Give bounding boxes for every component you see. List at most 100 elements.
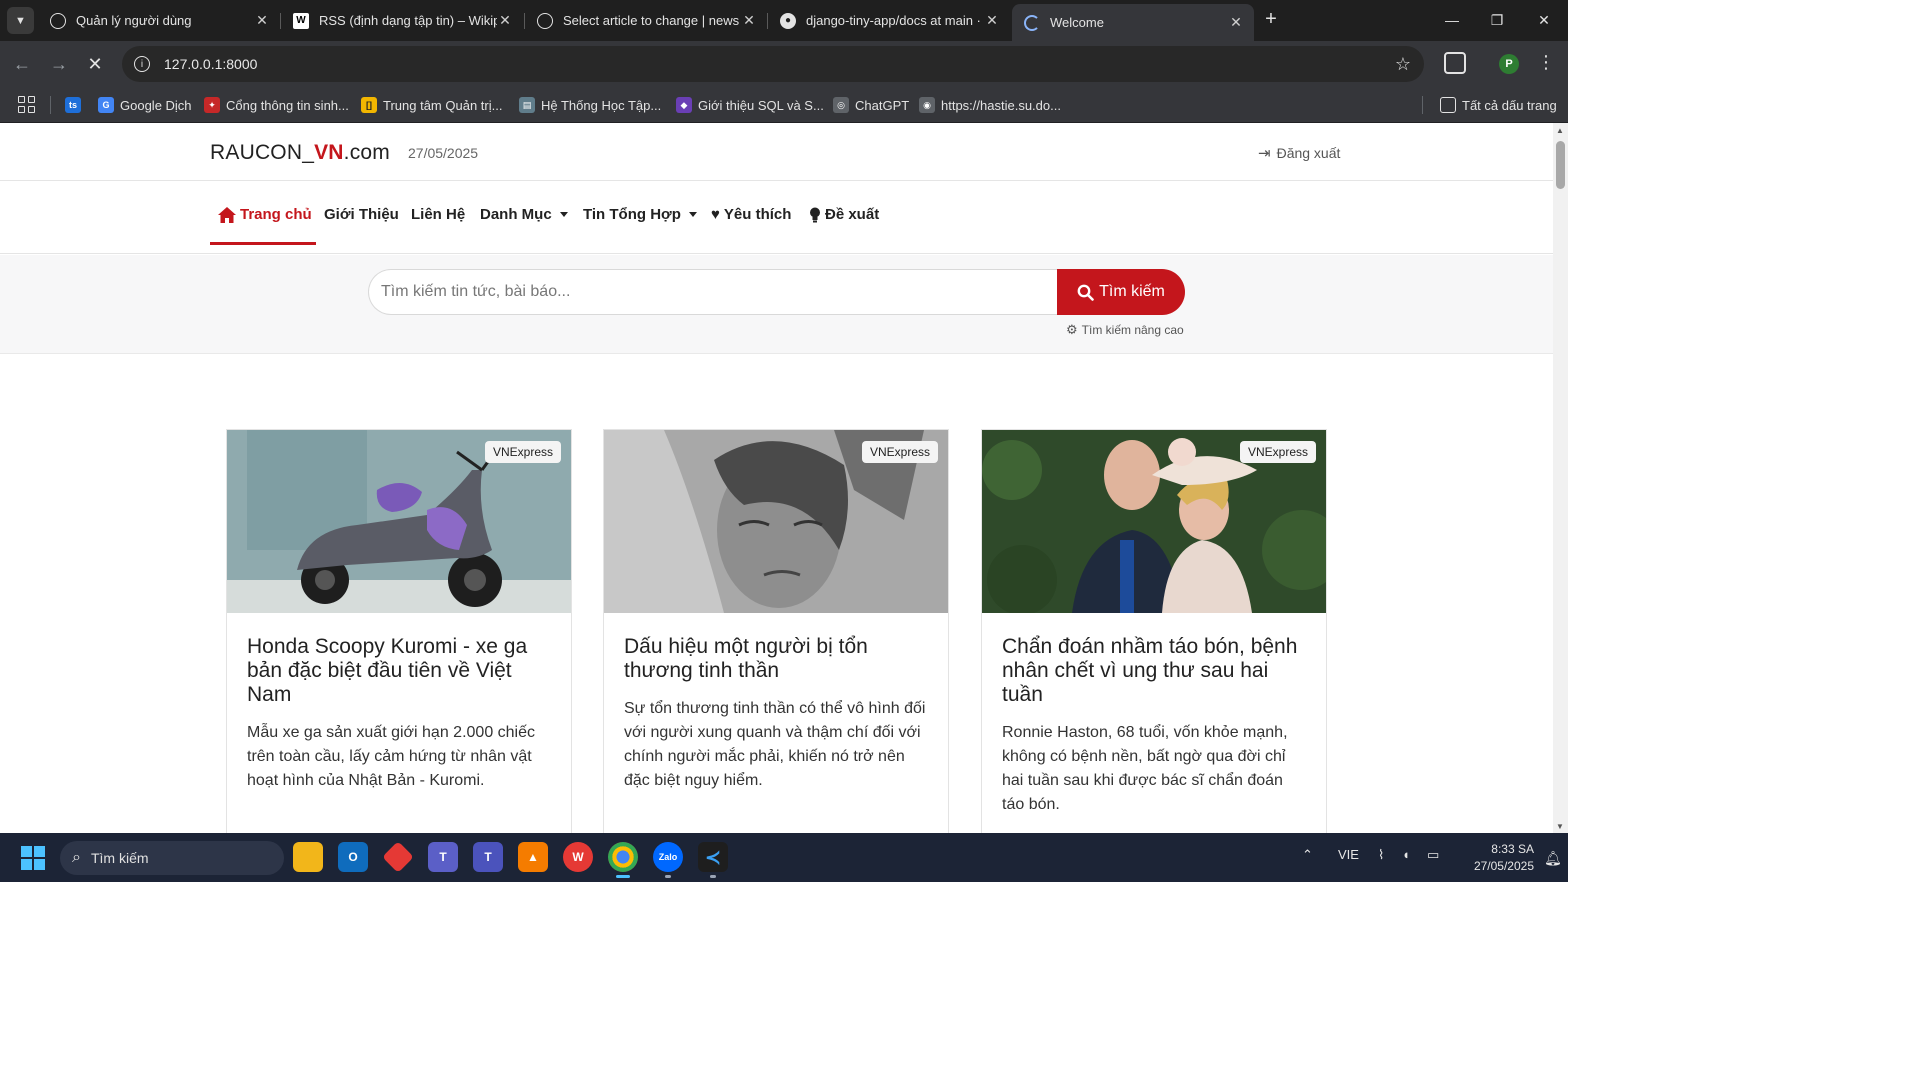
logo-accent: VN (314, 141, 344, 164)
page-scrollbar[interactable]: ▲ ▼ (1553, 123, 1568, 833)
main-navigation: Trang chủ Giới Thiệu Liên Hệ Danh Mục Ti… (0, 181, 1553, 254)
article-card[interactable]: VNExpress Dấu hiệu một người bị tổn thươ… (603, 429, 949, 833)
scroll-up-arrow-icon[interactable]: ▲ (1556, 126, 1564, 135)
back-arrow-icon[interactable]: ← (10, 52, 34, 76)
extensions-icon[interactable] (1444, 52, 1466, 74)
tab-github-docs[interactable]: ● django-tiny-app/docs at main · ✕ (768, 4, 1010, 37)
teams-work-icon[interactable]: T (473, 842, 503, 872)
battery-icon[interactable]: ▭ (1427, 847, 1439, 863)
stop-loading-icon[interactable]: ✕ (83, 52, 107, 76)
nav-danh-muc-dropdown[interactable]: Danh Mục (480, 206, 568, 223)
outlook-icon[interactable]: O (338, 842, 368, 872)
site-logo[interactable]: RAUCON_VN.com (210, 141, 390, 165)
address-bar[interactable]: i 127.0.0.1:8000 ☆ (122, 46, 1424, 82)
all-bookmarks-button[interactable]: Tất cả dấu trang (1440, 95, 1557, 115)
article-thumbnail[interactable]: VNExpress (227, 430, 571, 613)
bookmark-he-thong-hoc-tap[interactable]: ▤ Hệ Thống Học Tập... (519, 95, 661, 115)
logo-suffix: .com (343, 141, 390, 164)
bookmark-ts[interactable]: ts (65, 95, 87, 115)
restore-button[interactable]: ❐ (1477, 8, 1517, 32)
tab-quan-ly-nguoi-dung[interactable]: Quản lý người dùng ✕ (38, 4, 280, 37)
header-date: 27/05/2025 (408, 145, 479, 161)
taskbar-search-label: Tìm kiếm (90, 850, 149, 866)
wikipedia-icon: W (293, 12, 309, 29)
browser-menu-icon[interactable]: ⋮ (1537, 52, 1555, 73)
close-window-button[interactable]: ✕ (1524, 8, 1564, 32)
article-thumbnail[interactable]: VNExpress (604, 430, 948, 613)
scroll-down-arrow-icon[interactable]: ▼ (1556, 822, 1564, 831)
article-thumbnail[interactable]: VNExpress (982, 430, 1326, 613)
url-text[interactable]: 127.0.0.1:8000 (164, 56, 1395, 72)
anydesk-icon[interactable] (382, 841, 414, 873)
site-info-icon[interactable]: i (134, 56, 150, 72)
chatgpt-icon: ◎ (833, 97, 849, 113)
windows-taskbar: ⌕ Tìm kiếm O T T ▲ W Zalo ≺ ⌃ VIE ⌇ ◖ ▭ … (0, 833, 1568, 882)
office-app-icon[interactable]: ▲ (518, 842, 548, 872)
nav-yeu-thich[interactable]: ♥ Yêu thích (711, 206, 791, 223)
bookmark-trung-tam-quan-tri[interactable]: [] Trung tâm Quản trị... (361, 95, 502, 115)
bookmark-star-icon[interactable]: ☆ (1395, 54, 1411, 75)
close-icon[interactable]: ✕ (741, 12, 757, 29)
apps-grid-icon[interactable] (18, 96, 35, 113)
search-icon (1077, 284, 1094, 301)
logout-link[interactable]: ⇥ Đăng xuất (1258, 144, 1340, 162)
volume-icon[interactable]: ◖ (1402, 847, 1410, 862)
bookmark-cong-thong-tin[interactable]: ✦ Cổng thông tin sinh... (204, 95, 349, 115)
forward-arrow-icon[interactable]: → (47, 52, 71, 76)
minimize-button[interactable]: — (1432, 8, 1472, 32)
taskbar-search[interactable]: ⌕ Tìm kiếm (60, 841, 284, 875)
nav-label: Danh Mục (480, 206, 552, 223)
search-button[interactable]: Tìm kiếm (1057, 269, 1185, 315)
gear-icon: ⚙ (1066, 322, 1078, 337)
close-icon[interactable]: ✕ (497, 12, 513, 29)
language-indicator[interactable]: VIE (1338, 847, 1359, 862)
news-search-input[interactable] (368, 269, 1058, 315)
portal-icon: ✦ (204, 97, 220, 113)
teams-icon[interactable]: T (428, 842, 458, 872)
file-explorer-icon[interactable] (293, 842, 323, 872)
advanced-search-label: Tìm kiếm nâng cao (1081, 323, 1184, 337)
scrollbar-thumb[interactable] (1556, 141, 1565, 189)
profile-avatar[interactable]: P (1499, 54, 1519, 74)
nav-label: Yêu thích (723, 206, 792, 223)
tab-select-article[interactable]: Select article to change | news a ✕ (525, 4, 767, 37)
nav-label: Giới Thiệu (324, 206, 399, 223)
windows-start-icon[interactable] (21, 846, 45, 870)
nav-label: Trang chủ (240, 206, 312, 223)
close-icon[interactable]: ✕ (984, 12, 1000, 29)
show-hidden-icons-chevron-icon[interactable]: ⌃ (1302, 847, 1313, 863)
clock-date: 27/05/2025 (1473, 859, 1534, 873)
wifi-icon[interactable]: ⌇ (1378, 847, 1384, 863)
bookmark-gioi-thieu-sql[interactable]: ◆ Giới thiệu SQL và S... (676, 95, 824, 115)
article-card[interactable]: VNExpress Honda Scoopy Kuromi - xe ga bả… (226, 429, 572, 833)
nav-gioi-thieu[interactable]: Giới Thiệu (324, 206, 399, 223)
close-icon[interactable]: ✕ (1228, 14, 1244, 31)
ts-icon: ts (65, 97, 81, 113)
bookmark-chatgpt[interactable]: ◎ ChatGPT (833, 95, 909, 115)
caret-down-icon (559, 212, 568, 217)
globe-icon (537, 12, 553, 29)
advanced-search-link[interactable]: ⚙ Tìm kiếm nâng cao (1066, 322, 1184, 338)
tab-rss-wikipedia[interactable]: W RSS (định dạng tập tin) – Wikip ✕ (281, 4, 523, 37)
wps-office-icon[interactable]: W (563, 842, 593, 872)
article-title[interactable]: Chẩn đoán nhầm táo bón, bệnh nhân chết v… (982, 613, 1326, 707)
search-section: Tìm kiếm ⚙ Tìm kiếm nâng cao (0, 255, 1553, 354)
chrome-icon[interactable] (608, 842, 638, 878)
notification-bell-icon[interactable]: 🔔︎ (1544, 850, 1562, 867)
tab-search-button[interactable]: ▼ (7, 7, 34, 34)
nav-tin-tong-hop-dropdown[interactable]: Tin Tổng Hợp (583, 206, 697, 223)
bookmark-google-dich[interactable]: G Google Dịch (98, 95, 192, 115)
nav-de-xuat[interactable]: Đề xuất (809, 206, 879, 223)
system-clock[interactable]: 8:33 SA 27/05/2025 (1450, 841, 1534, 875)
zalo-icon[interactable]: Zalo (653, 842, 683, 878)
article-card[interactable]: VNExpress Chẩn đoán nhầm táo bón, bệnh n… (981, 429, 1327, 833)
article-title[interactable]: Dấu hiệu một người bị tổn thương tinh th… (604, 613, 948, 683)
close-icon[interactable]: ✕ (254, 12, 270, 29)
tab-welcome[interactable]: Welcome ✕ (1012, 4, 1254, 41)
nav-lien-he[interactable]: Liên Hệ (411, 206, 465, 223)
nav-home[interactable]: Trang chủ (218, 206, 312, 223)
article-title[interactable]: Honda Scoopy Kuromi - xe ga bản đặc biệt… (227, 613, 571, 707)
bookmark-hastie[interactable]: ◉ https://hastie.su.do... (919, 95, 1061, 115)
vscode-icon[interactable]: ≺ (698, 842, 728, 878)
new-tab-button[interactable]: + (1260, 8, 1282, 30)
